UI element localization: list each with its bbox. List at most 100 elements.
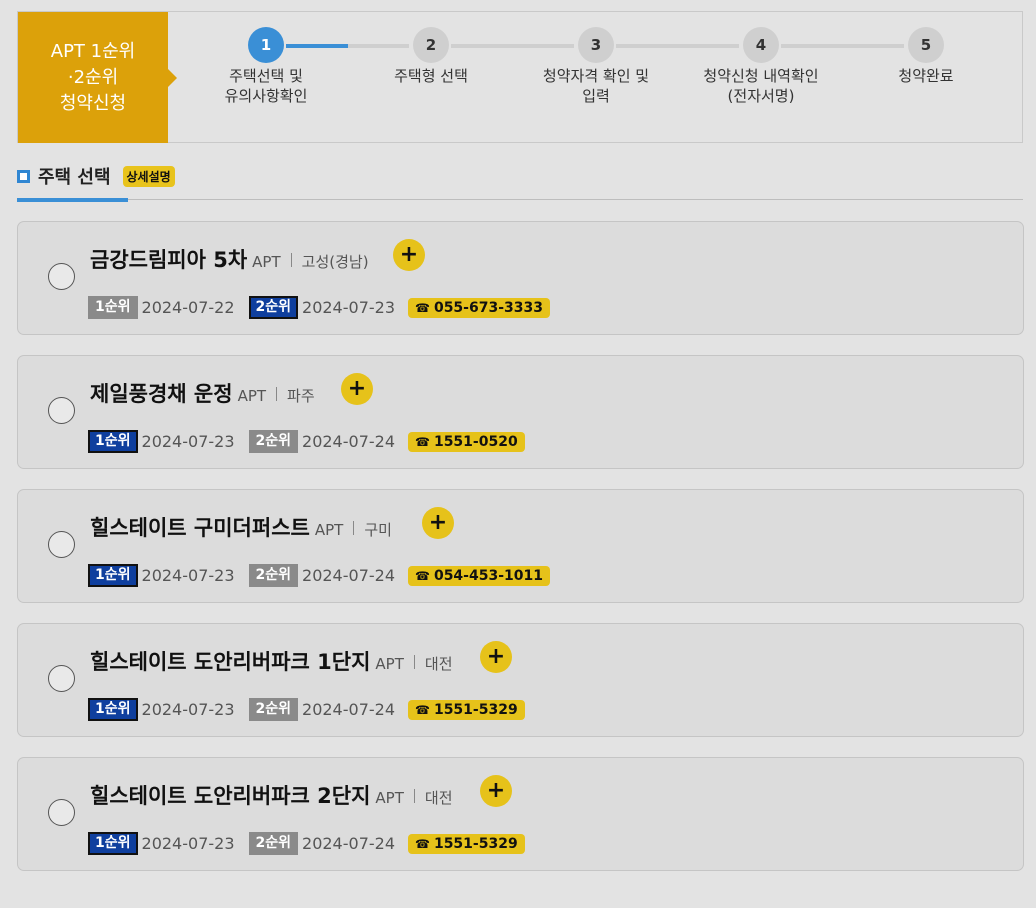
listing-type: APT <box>237 387 267 405</box>
listing-card[interactable]: 제일풍경채 운정 APT 파주 + 1순위 2024-07-23 2순위 202… <box>17 355 1024 469</box>
listing-region: 대전 <box>424 655 453 673</box>
select-radio[interactable] <box>48 397 75 424</box>
listing-heading: 힐스테이트 구미더퍼스트 APT 구미 <box>90 512 392 542</box>
rank1-date: 2024-07-23 <box>141 432 235 451</box>
listing-type: APT <box>314 521 344 539</box>
rank1-badge: 1순위 <box>88 698 138 721</box>
step-5: 5 청약완료 <box>851 27 1001 86</box>
step-label: 청약자격 확인 및 입력 <box>521 66 671 106</box>
listing-schedule: 1순위 2024-07-23 2순위 2024-07-24 ☎ 1551-052… <box>88 430 525 453</box>
expand-plus-button[interactable]: + <box>422 507 454 539</box>
step-label-line: 유의사항확인 <box>224 87 308 105</box>
section-header: 주택 선택 상세설명 <box>17 163 175 189</box>
badge-line: ·2순위 <box>67 66 119 88</box>
step-label-line: 주택형 선택 <box>394 67 468 85</box>
select-radio[interactable] <box>48 799 75 826</box>
phone-icon: ☎ <box>415 568 430 583</box>
application-stepper: APT 1순위 ·2순위 청약신청 1 주택선택 및 유의사항확인 2 주택형 … <box>17 11 1023 143</box>
badge-line: 청약신청 <box>59 92 127 114</box>
section-divider <box>17 199 1023 200</box>
step-1: 1 주택선택 및 유의사항확인 <box>191 27 341 106</box>
expand-plus-button[interactable]: + <box>480 775 512 807</box>
listing-card[interactable]: 금강드림피아 5차 APT 고성(경남) + 1순위 2024-07-22 2순… <box>17 221 1024 335</box>
phone-number: 1551-5329 <box>433 835 518 852</box>
listing-heading: 힐스테이트 도안리버파크 1단지 APT 대전 <box>90 646 453 676</box>
rank2-date: 2024-07-24 <box>302 432 395 451</box>
rank1-date: 2024-07-23 <box>141 700 235 719</box>
phone-contact[interactable]: ☎ 1551-5329 <box>408 699 525 720</box>
phone-icon: ☎ <box>415 702 430 717</box>
listing-schedule: 1순위 2024-07-22 2순위 2024-07-23 ☎ 055-673-… <box>88 296 550 319</box>
divider <box>276 387 278 401</box>
rank2-badge: 2순위 <box>248 564 299 587</box>
step-label-line: 청약완료 <box>898 67 954 85</box>
listing-type: APT <box>375 789 404 807</box>
rank2-badge: 2순위 <box>248 698 299 721</box>
expand-plus-button[interactable]: + <box>480 641 512 673</box>
rank2-date: 2024-07-23 <box>302 298 395 317</box>
step-label-line: 청약자격 확인 및 <box>542 67 650 85</box>
step-label-line: 입력 <box>582 87 610 105</box>
listing-schedule: 1순위 2024-07-23 2순위 2024-07-24 ☎ 054-453-… <box>88 564 550 587</box>
listing-schedule: 1순위 2024-07-23 2순위 2024-07-24 ☎ 1551-532… <box>88 832 525 855</box>
listing-name: 힐스테이트 도안리버파크 1단지 <box>90 650 371 674</box>
select-radio[interactable] <box>48 263 75 290</box>
section-title: 주택 선택 <box>38 167 111 188</box>
phone-number: 1551-5329 <box>433 701 518 718</box>
step-label: 주택형 선택 <box>356 66 506 86</box>
phone-contact[interactable]: ☎ 1551-5329 <box>408 833 525 854</box>
section-divider-accent <box>17 198 128 202</box>
step-label: 주택선택 및 유의사항확인 <box>191 66 341 106</box>
step-number: 5 <box>908 27 944 63</box>
square-bullet-icon <box>17 169 30 183</box>
detail-button[interactable]: 상세설명 <box>122 165 175 187</box>
rank1-badge: 1순위 <box>88 832 138 855</box>
step-3: 3 청약자격 확인 및 입력 <box>521 27 671 106</box>
phone-icon: ☎ <box>415 836 430 851</box>
phone-number: 054-453-1011 <box>433 567 543 584</box>
rank1-badge: 1순위 <box>88 564 138 587</box>
listing-name: 제일풍경채 운정 <box>90 382 233 406</box>
rank1-badge: 1순위 <box>88 296 138 319</box>
listing-name: 금강드림피아 5차 <box>90 248 248 272</box>
listing-name: 힐스테이트 구미더퍼스트 <box>90 516 310 540</box>
step-4: 4 청약신청 내역확인 (전자서명) <box>686 27 836 106</box>
step-label: 청약완료 <box>851 66 1001 86</box>
rank2-date: 2024-07-24 <box>302 566 395 585</box>
rank1-date: 2024-07-23 <box>141 566 235 585</box>
divider <box>413 789 415 803</box>
phone-contact[interactable]: ☎ 1551-0520 <box>408 431 525 452</box>
phone-number: 1551-0520 <box>433 433 518 450</box>
listing-type: APT <box>375 655 404 673</box>
select-radio[interactable] <box>48 531 75 558</box>
phone-contact[interactable]: ☎ 055-673-3333 <box>408 297 550 318</box>
listing-region: 구미 <box>364 521 392 539</box>
listing-heading: 제일풍경채 운정 APT 파주 <box>90 378 315 408</box>
rank2-badge: 2순위 <box>248 832 299 855</box>
divider <box>413 655 415 669</box>
step-number: 1 <box>248 27 284 63</box>
listing-heading: 금강드림피아 5차 APT 고성(경남) <box>90 244 369 274</box>
phone-contact[interactable]: ☎ 054-453-1011 <box>408 565 550 586</box>
listing-card[interactable]: 힐스테이트 도안리버파크 2단지 APT 대전 + 1순위 2024-07-23… <box>17 757 1024 871</box>
phone-icon: ☎ <box>415 300 430 315</box>
rank2-badge: 2순위 <box>248 296 299 319</box>
badge-line: APT 1순위 <box>50 40 136 62</box>
step-number: 2 <box>413 27 449 63</box>
expand-plus-button[interactable]: + <box>341 373 373 405</box>
select-radio[interactable] <box>48 665 75 692</box>
rank1-date: 2024-07-22 <box>141 298 235 317</box>
divider <box>353 521 355 535</box>
expand-plus-button[interactable]: + <box>393 239 425 271</box>
step-2: 2 주택형 선택 <box>356 27 506 86</box>
listing-schedule: 1순위 2024-07-23 2순위 2024-07-24 ☎ 1551-532… <box>88 698 525 721</box>
step-label-line: 주택선택 및 <box>229 67 303 85</box>
rank1-date: 2024-07-23 <box>141 834 235 853</box>
divider <box>290 253 292 267</box>
listing-card[interactable]: 힐스테이트 구미더퍼스트 APT 구미 + 1순위 2024-07-23 2순위… <box>17 489 1024 603</box>
step-number: 4 <box>743 27 779 63</box>
listing-region: 파주 <box>287 387 315 405</box>
step-number: 3 <box>578 27 614 63</box>
listing-card[interactable]: 힐스테이트 도안리버파크 1단지 APT 대전 + 1순위 2024-07-23… <box>17 623 1024 737</box>
step-label: 청약신청 내역확인 (전자서명) <box>686 66 836 106</box>
